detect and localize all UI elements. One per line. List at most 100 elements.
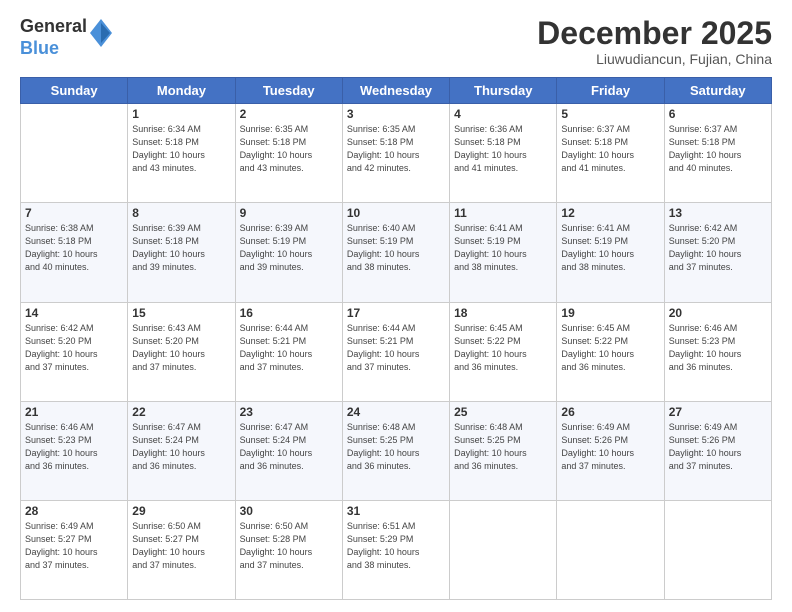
day-number: 6 [669,107,767,121]
calendar-cell: 19 Sunrise: 6:45 AM Sunset: 5:22 PM Dayli… [557,302,664,401]
weekday-header-monday: Monday [128,78,235,104]
day-number: 11 [454,206,552,220]
day-number: 22 [132,405,230,419]
day-info: Sunrise: 6:42 AM Sunset: 5:20 PM Dayligh… [25,322,123,374]
day-info: Sunrise: 6:37 AM Sunset: 5:18 PM Dayligh… [669,123,767,175]
day-info: Sunrise: 6:49 AM Sunset: 5:27 PM Dayligh… [25,520,123,572]
weekday-header-sunday: Sunday [21,78,128,104]
day-info: Sunrise: 6:39 AM Sunset: 5:19 PM Dayligh… [240,222,338,274]
day-number: 17 [347,306,445,320]
calendar-cell: 22 Sunrise: 6:47 AM Sunset: 5:24 PM Dayli… [128,401,235,500]
week-row-1: 1Sunrise: 6:34 AM Sunset: 5:18 PM Daylig… [21,104,772,203]
calendar-cell [21,104,128,203]
calendar-cell: 14 Sunrise: 6:42 AM Sunset: 5:20 PM Dayli… [21,302,128,401]
calendar-cell: 2Sunrise: 6:35 AM Sunset: 5:18 PM Daylig… [235,104,342,203]
calendar-table: SundayMondayTuesdayWednesdayThursdayFrid… [20,77,772,600]
calendar-cell: 12 Sunrise: 6:41 AM Sunset: 5:19 PM Dayli… [557,203,664,302]
day-info: Sunrise: 6:40 AM Sunset: 5:19 PM Dayligh… [347,222,445,274]
page: General Blue December 2025 Liuwudiancun,… [0,0,792,612]
day-number: 28 [25,504,123,518]
day-info: Sunrise: 6:50 AM Sunset: 5:27 PM Dayligh… [132,520,230,572]
day-number: 20 [669,306,767,320]
calendar-cell: 5Sunrise: 6:37 AM Sunset: 5:18 PM Daylig… [557,104,664,203]
calendar-cell: 6 Sunrise: 6:37 AM Sunset: 5:18 PM Daylig… [664,104,771,203]
day-info: Sunrise: 6:39 AM Sunset: 5:18 PM Dayligh… [132,222,230,274]
month-title: December 2025 [537,16,772,51]
day-info: Sunrise: 6:47 AM Sunset: 5:24 PM Dayligh… [240,421,338,473]
day-number: 8 [132,206,230,220]
day-number: 31 [347,504,445,518]
logo-general: General [20,16,87,38]
calendar-cell: 28 Sunrise: 6:49 AM Sunset: 5:27 PM Dayli… [21,500,128,599]
day-info: Sunrise: 6:50 AM Sunset: 5:28 PM Dayligh… [240,520,338,572]
calendar-cell: 31 Sunrise: 6:51 AM Sunset: 5:29 PM Dayli… [342,500,449,599]
day-info: Sunrise: 6:45 AM Sunset: 5:22 PM Dayligh… [454,322,552,374]
calendar-cell [664,500,771,599]
calendar-cell: 18Sunrise: 6:45 AM Sunset: 5:22 PM Dayli… [450,302,557,401]
calendar-cell: 16Sunrise: 6:44 AM Sunset: 5:21 PM Dayli… [235,302,342,401]
day-info: Sunrise: 6:48 AM Sunset: 5:25 PM Dayligh… [454,421,552,473]
day-number: 27 [669,405,767,419]
calendar-cell: 9 Sunrise: 6:39 AM Sunset: 5:19 PM Daylig… [235,203,342,302]
day-info: Sunrise: 6:41 AM Sunset: 5:19 PM Dayligh… [454,222,552,274]
calendar-cell: 8 Sunrise: 6:39 AM Sunset: 5:18 PM Daylig… [128,203,235,302]
day-number: 12 [561,206,659,220]
weekday-header-saturday: Saturday [664,78,771,104]
calendar-cell [557,500,664,599]
weekday-header-wednesday: Wednesday [342,78,449,104]
day-number: 15 [132,306,230,320]
logo: General Blue [20,16,112,59]
day-info: Sunrise: 6:41 AM Sunset: 5:19 PM Dayligh… [561,222,659,274]
weekday-header-tuesday: Tuesday [235,78,342,104]
day-info: Sunrise: 6:49 AM Sunset: 5:26 PM Dayligh… [669,421,767,473]
weekday-header-row: SundayMondayTuesdayWednesdayThursdayFrid… [21,78,772,104]
calendar-cell: 1Sunrise: 6:34 AM Sunset: 5:18 PM Daylig… [128,104,235,203]
day-number: 1 [132,107,230,121]
calendar-cell: 29 Sunrise: 6:50 AM Sunset: 5:27 PM Dayli… [128,500,235,599]
calendar-cell: 7Sunrise: 6:38 AM Sunset: 5:18 PM Daylig… [21,203,128,302]
day-info: Sunrise: 6:45 AM Sunset: 5:22 PM Dayligh… [561,322,659,374]
week-row-5: 28 Sunrise: 6:49 AM Sunset: 5:27 PM Dayli… [21,500,772,599]
day-number: 13 [669,206,767,220]
day-number: 4 [454,107,552,121]
calendar-cell: 4 Sunrise: 6:36 AM Sunset: 5:18 PM Daylig… [450,104,557,203]
day-info: Sunrise: 6:51 AM Sunset: 5:29 PM Dayligh… [347,520,445,572]
day-info: Sunrise: 6:42 AM Sunset: 5:20 PM Dayligh… [669,222,767,274]
calendar-cell: 11 Sunrise: 6:41 AM Sunset: 5:19 PM Dayli… [450,203,557,302]
day-number: 9 [240,206,338,220]
day-info: Sunrise: 6:48 AM Sunset: 5:25 PM Dayligh… [347,421,445,473]
day-number: 7 [25,206,123,220]
day-number: 14 [25,306,123,320]
calendar-cell [450,500,557,599]
logo-icon [90,19,112,52]
calendar-cell: 15 Sunrise: 6:43 AM Sunset: 5:20 PM Dayli… [128,302,235,401]
week-row-2: 7Sunrise: 6:38 AM Sunset: 5:18 PM Daylig… [21,203,772,302]
day-info: Sunrise: 6:49 AM Sunset: 5:26 PM Dayligh… [561,421,659,473]
day-number: 21 [25,405,123,419]
calendar-cell: 20 Sunrise: 6:46 AM Sunset: 5:23 PM Dayli… [664,302,771,401]
day-info: Sunrise: 6:46 AM Sunset: 5:23 PM Dayligh… [669,322,767,374]
day-number: 16 [240,306,338,320]
logo-blue: Blue [20,38,87,60]
day-number: 26 [561,405,659,419]
day-info: Sunrise: 6:43 AM Sunset: 5:20 PM Dayligh… [132,322,230,374]
day-number: 24 [347,405,445,419]
day-number: 29 [132,504,230,518]
day-number: 30 [240,504,338,518]
calendar-cell: 13 Sunrise: 6:42 AM Sunset: 5:20 PM Dayli… [664,203,771,302]
day-number: 23 [240,405,338,419]
logo-text: General Blue [20,16,112,59]
day-number: 10 [347,206,445,220]
day-info: Sunrise: 6:35 AM Sunset: 5:18 PM Dayligh… [240,123,338,175]
week-row-4: 21Sunrise: 6:46 AM Sunset: 5:23 PM Dayli… [21,401,772,500]
calendar-cell: 21Sunrise: 6:46 AM Sunset: 5:23 PM Dayli… [21,401,128,500]
day-info: Sunrise: 6:44 AM Sunset: 5:21 PM Dayligh… [347,322,445,374]
day-info: Sunrise: 6:47 AM Sunset: 5:24 PM Dayligh… [132,421,230,473]
day-info: Sunrise: 6:37 AM Sunset: 5:18 PM Dayligh… [561,123,659,175]
calendar-cell: 27 Sunrise: 6:49 AM Sunset: 5:26 PM Dayli… [664,401,771,500]
day-info: Sunrise: 6:36 AM Sunset: 5:18 PM Dayligh… [454,123,552,175]
calendar-cell: 3Sunrise: 6:35 AM Sunset: 5:18 PM Daylig… [342,104,449,203]
day-number: 19 [561,306,659,320]
calendar-cell: 25Sunrise: 6:48 AM Sunset: 5:25 PM Dayli… [450,401,557,500]
calendar-cell: 23 Sunrise: 6:47 AM Sunset: 5:24 PM Dayli… [235,401,342,500]
